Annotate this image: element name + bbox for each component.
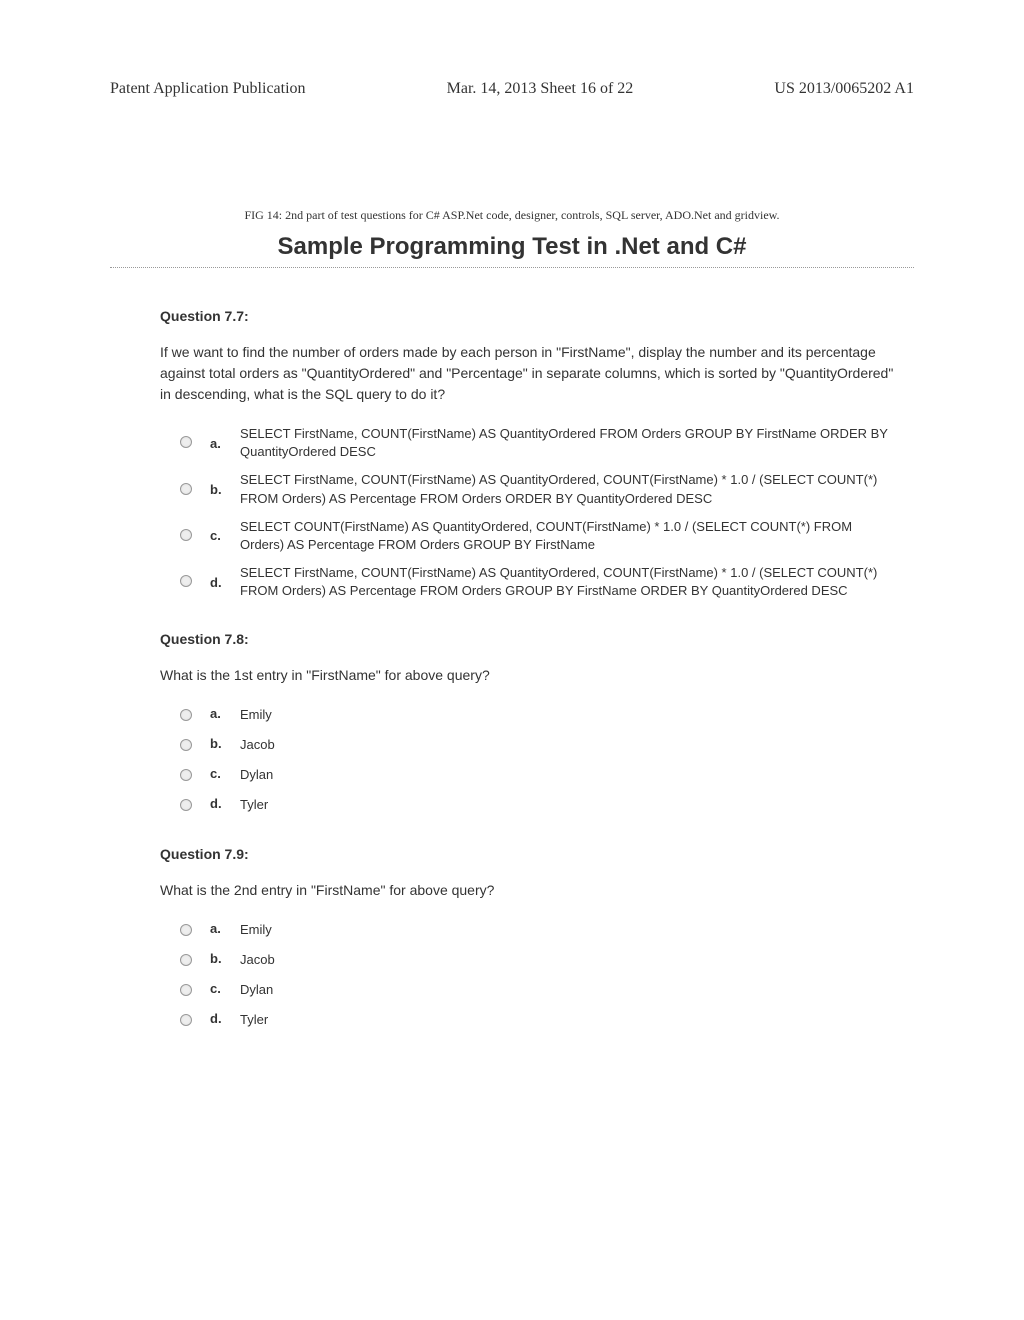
- answer-text: Jacob: [240, 951, 275, 969]
- answer-letter: a.: [210, 921, 240, 936]
- radio-icon[interactable]: [180, 483, 192, 495]
- answer-letter: c.: [210, 981, 240, 996]
- answer-row: d. Tyler: [180, 1011, 899, 1031]
- answer-text: Dylan: [240, 981, 273, 999]
- answer-text: SELECT COUNT(FirstName) AS QuantityOrder…: [240, 518, 899, 554]
- answers-list: a. SELECT FirstName, COUNT(FirstName) AS…: [180, 425, 899, 601]
- answer-row: c. Dylan: [180, 981, 899, 1001]
- answers-list: a. Emily b. Jacob c. Dylan d. Tyler: [180, 706, 899, 816]
- radio-icon[interactable]: [180, 954, 192, 966]
- answer-letter: b.: [210, 736, 240, 751]
- answer-text: Jacob: [240, 736, 275, 754]
- answer-row: c. Dylan: [180, 766, 899, 786]
- radio-icon[interactable]: [180, 436, 192, 448]
- question-block: Question 7.7: If we want to find the num…: [160, 308, 899, 601]
- question-block: Question 7.8: What is the 1st entry in "…: [160, 631, 899, 816]
- answer-row: a. Emily: [180, 706, 899, 726]
- radio-icon[interactable]: [180, 529, 192, 541]
- answer-row: c. SELECT COUNT(FirstName) AS QuantityOr…: [180, 518, 899, 554]
- answer-letter: b.: [210, 482, 240, 497]
- answer-text: SELECT FirstName, COUNT(FirstName) AS Qu…: [240, 425, 899, 461]
- radio-icon[interactable]: [180, 739, 192, 751]
- header-right: US 2013/0065202 A1: [774, 80, 914, 98]
- answer-text: Tyler: [240, 1011, 268, 1029]
- radio-icon[interactable]: [180, 769, 192, 781]
- answer-row: b. Jacob: [180, 736, 899, 756]
- answer-text: Tyler: [240, 796, 268, 814]
- answer-row: d. SELECT FirstName, COUNT(FirstName) AS…: [180, 564, 899, 600]
- question-block: Question 7.9: What is the 2nd entry in "…: [160, 846, 899, 1031]
- radio-icon[interactable]: [180, 799, 192, 811]
- answer-text: Emily: [240, 706, 272, 724]
- radio-icon[interactable]: [180, 575, 192, 587]
- header-center: Mar. 14, 2013 Sheet 16 of 22: [447, 80, 634, 98]
- answer-text: Dylan: [240, 766, 273, 784]
- radio-icon[interactable]: [180, 984, 192, 996]
- content-area: Question 7.7: If we want to find the num…: [110, 308, 914, 1031]
- question-prompt: What is the 2nd entry in "FirstName" for…: [160, 880, 899, 901]
- radio-icon[interactable]: [180, 1014, 192, 1026]
- answer-row: b. Jacob: [180, 951, 899, 971]
- title-divider: [110, 267, 914, 268]
- answers-list: a. Emily b. Jacob c. Dylan d. Tyler: [180, 921, 899, 1031]
- answer-letter: b.: [210, 951, 240, 966]
- answer-letter: c.: [210, 528, 240, 543]
- patent-header: Patent Application Publication Mar. 14, …: [110, 80, 914, 98]
- answer-row: b. SELECT FirstName, COUNT(FirstName) AS…: [180, 471, 899, 507]
- answer-text: SELECT FirstName, COUNT(FirstName) AS Qu…: [240, 471, 899, 507]
- question-prompt: What is the 1st entry in "FirstName" for…: [160, 665, 899, 686]
- answer-letter: d.: [210, 1011, 240, 1026]
- question-title: Question 7.9:: [160, 846, 899, 862]
- answer-row: d. Tyler: [180, 796, 899, 816]
- question-title: Question 7.7:: [160, 308, 899, 324]
- answer-row: a. Emily: [180, 921, 899, 941]
- radio-icon[interactable]: [180, 924, 192, 936]
- answer-text: SELECT FirstName, COUNT(FirstName) AS Qu…: [240, 564, 899, 600]
- answer-row: a. SELECT FirstName, COUNT(FirstName) AS…: [180, 425, 899, 461]
- answer-letter: c.: [210, 766, 240, 781]
- header-left: Patent Application Publication: [110, 80, 306, 98]
- question-prompt: If we want to find the number of orders …: [160, 342, 899, 405]
- answer-letter: a.: [210, 706, 240, 721]
- answer-text: Emily: [240, 921, 272, 939]
- figure-caption: FIG 14: 2nd part of test questions for C…: [110, 208, 914, 223]
- radio-icon[interactable]: [180, 709, 192, 721]
- answer-letter: d.: [210, 575, 240, 590]
- answer-letter: a.: [210, 436, 240, 451]
- page-title: Sample Programming Test in .Net and C#: [110, 233, 914, 261]
- question-title: Question 7.8:: [160, 631, 899, 647]
- answer-letter: d.: [210, 796, 240, 811]
